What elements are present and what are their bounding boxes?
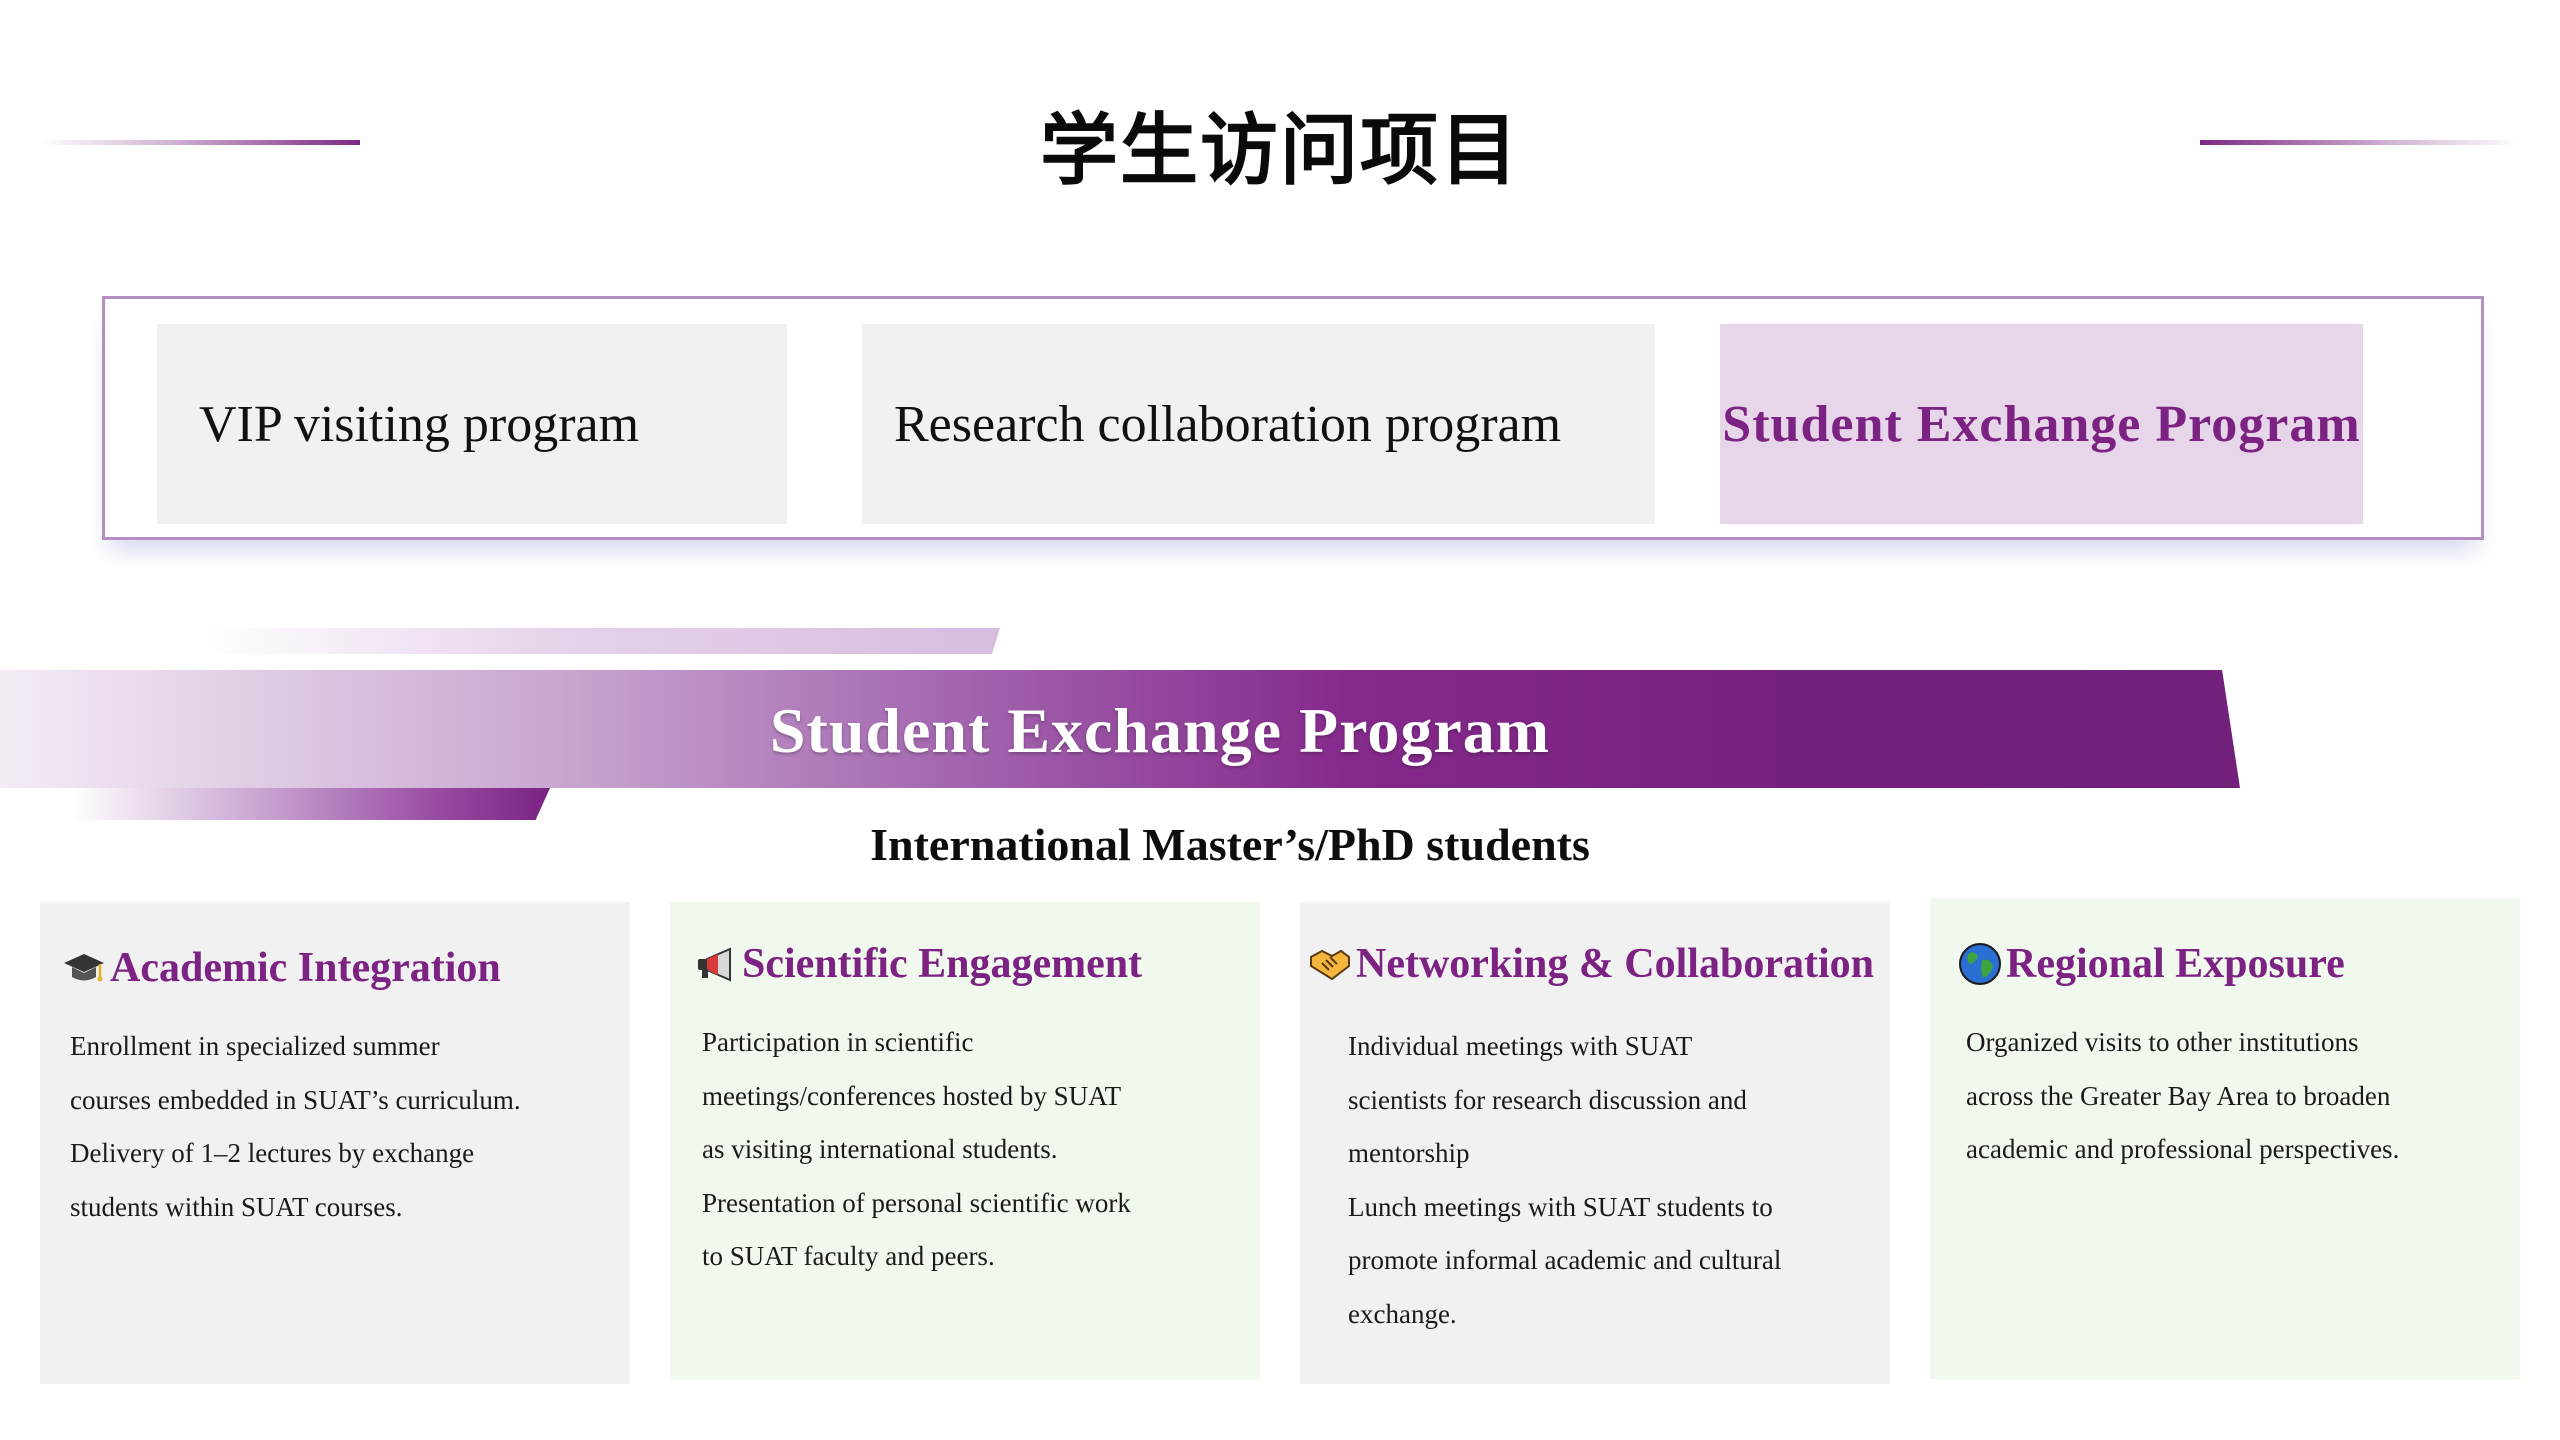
card-title-row: Regional Exposure bbox=[1958, 940, 2345, 988]
card-title-row: Networking & Collaboration bbox=[1308, 940, 1874, 988]
card-body: Enrollment in specialized summer courses… bbox=[70, 1020, 521, 1234]
card-text-line: Delivery of 1–2 lectures by exchange bbox=[70, 1138, 475, 1168]
card-text-line: across the Greater Bay Area to broaden bbox=[1966, 1080, 2391, 1111]
banner-decoration-top bbox=[200, 628, 1000, 654]
card-text-line: promote informal academic and cultural bbox=[1348, 1245, 1782, 1275]
card-title-row: Scientific Engagement bbox=[694, 940, 1142, 988]
tab-label: VIP visiting program bbox=[199, 395, 640, 453]
card-text-line: students within SUAT courses. bbox=[70, 1191, 403, 1222]
card-title-row: Academic Integration bbox=[62, 944, 501, 992]
megaphone-icon bbox=[694, 942, 738, 986]
tab-label: Student Exchange Program bbox=[1722, 395, 2361, 453]
card-text-line: to SUAT faculty and peers. bbox=[702, 1241, 995, 1271]
card-text-line: meetings/conferences hosted by SUAT bbox=[702, 1080, 1122, 1111]
tab-student-exchange-program[interactable]: Student Exchange Program bbox=[1720, 324, 2363, 524]
card-text-line: courses embedded in SUAT’s curriculum. bbox=[70, 1084, 521, 1115]
tab-label: Research collaboration program bbox=[894, 395, 1562, 453]
card-text-line: mentorship bbox=[1348, 1138, 1470, 1168]
card-text-line: scientists for research discussion and bbox=[1348, 1084, 1747, 1115]
card-title: Academic Integration bbox=[110, 945, 501, 991]
card-text-line: Organized visits to other institutions bbox=[1966, 1027, 2359, 1057]
card-text-line: Participation in scientific bbox=[702, 1027, 974, 1057]
card-text-line: Individual meetings with SUAT bbox=[1348, 1031, 1693, 1061]
card-text-line: Enrollment in specialized summer bbox=[70, 1031, 440, 1061]
banner-decoration-bottom bbox=[70, 788, 550, 820]
card-title: Scientific Engagement bbox=[742, 941, 1143, 987]
section-title: Student Exchange Program bbox=[769, 695, 1551, 766]
card-text-line: Lunch meetings with SUAT students to bbox=[1348, 1191, 1773, 1222]
handshake-icon bbox=[1308, 942, 1352, 986]
tab-research-collaboration-program[interactable]: Research collaboration program bbox=[862, 324, 1655, 524]
card-body: Organized visits to other institutions a… bbox=[1966, 1016, 2399, 1177]
graduation-cap-icon bbox=[62, 946, 106, 990]
card-body: Individual meetings with SUAT scientists… bbox=[1348, 1020, 1781, 1341]
card-text-line: exchange. bbox=[1348, 1298, 1457, 1329]
card-text-line: Presentation of personal scientific work bbox=[702, 1187, 1131, 1218]
globe-icon bbox=[1958, 942, 2002, 986]
card-body: Participation in scientific meetings/con… bbox=[702, 1016, 1131, 1284]
card-title: Regional Exposure bbox=[2006, 941, 2345, 987]
card-title: Networking & Collaboration bbox=[1356, 941, 1874, 987]
tab-vip-visiting-program[interactable]: VIP visiting program bbox=[157, 324, 787, 524]
card-text-line: academic and professional perspectives. bbox=[1966, 1134, 2400, 1164]
page-title: 学生访问项目 bbox=[1039, 106, 1520, 196]
section-subtitle: International Master’s/PhD students bbox=[870, 819, 1590, 870]
card-text-line: as visiting international students. bbox=[702, 1134, 1058, 1164]
